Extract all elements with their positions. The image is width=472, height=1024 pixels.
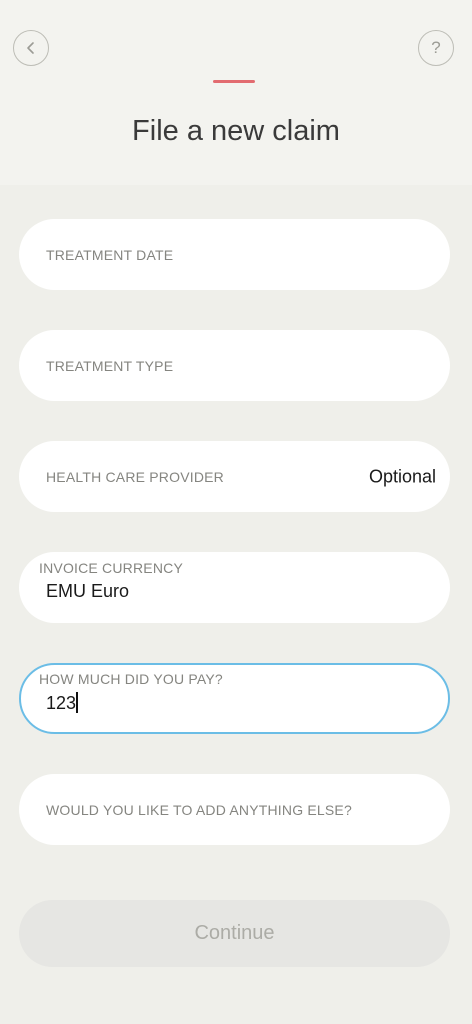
amount-paid-input[interactable]: 123 xyxy=(46,692,79,714)
amount-paid-value: 123 xyxy=(46,693,77,713)
header: ? File a new claim xyxy=(0,0,472,185)
health-care-provider-field[interactable]: HEALTH CARE PROVIDER Optional xyxy=(19,441,450,512)
health-care-provider-label: HEALTH CARE PROVIDER xyxy=(46,468,224,485)
chevron-left-icon xyxy=(27,42,34,54)
help-button[interactable]: ? xyxy=(418,30,454,66)
treatment-type-label: TREATMENT TYPE xyxy=(46,357,174,374)
accent-bar xyxy=(213,80,255,83)
invoice-currency-field[interactable]: INVOICE CURRENCY EMU Euro xyxy=(19,552,450,623)
back-button[interactable] xyxy=(13,30,49,66)
optional-hint: Optional xyxy=(368,466,436,486)
invoice-currency-label: INVOICE CURRENCY xyxy=(39,560,183,576)
treatment-type-field[interactable]: TREATMENT TYPE xyxy=(19,330,450,401)
amount-paid-label: HOW MUCH DID YOU PAY? xyxy=(39,671,223,687)
treatment-date-field[interactable]: TREATMENT DATE xyxy=(19,219,450,290)
continue-button[interactable]: Continue xyxy=(19,900,450,967)
additional-info-label: WOULD YOU LIKE TO ADD ANYTHING ELSE? xyxy=(46,801,352,818)
claim-screen: ? File a new claim TREATMENT DATE TREATM… xyxy=(0,0,472,1024)
text-cursor xyxy=(76,692,79,713)
invoice-currency-value: EMU Euro xyxy=(46,581,130,601)
treatment-date-label: TREATMENT DATE xyxy=(46,246,174,263)
help-icon: ? xyxy=(431,38,441,57)
page-title: File a new claim xyxy=(132,115,340,147)
additional-info-field[interactable]: WOULD YOU LIKE TO ADD ANYTHING ELSE? xyxy=(19,774,450,845)
amount-paid-field[interactable]: HOW MUCH DID YOU PAY? 123 xyxy=(19,663,450,734)
